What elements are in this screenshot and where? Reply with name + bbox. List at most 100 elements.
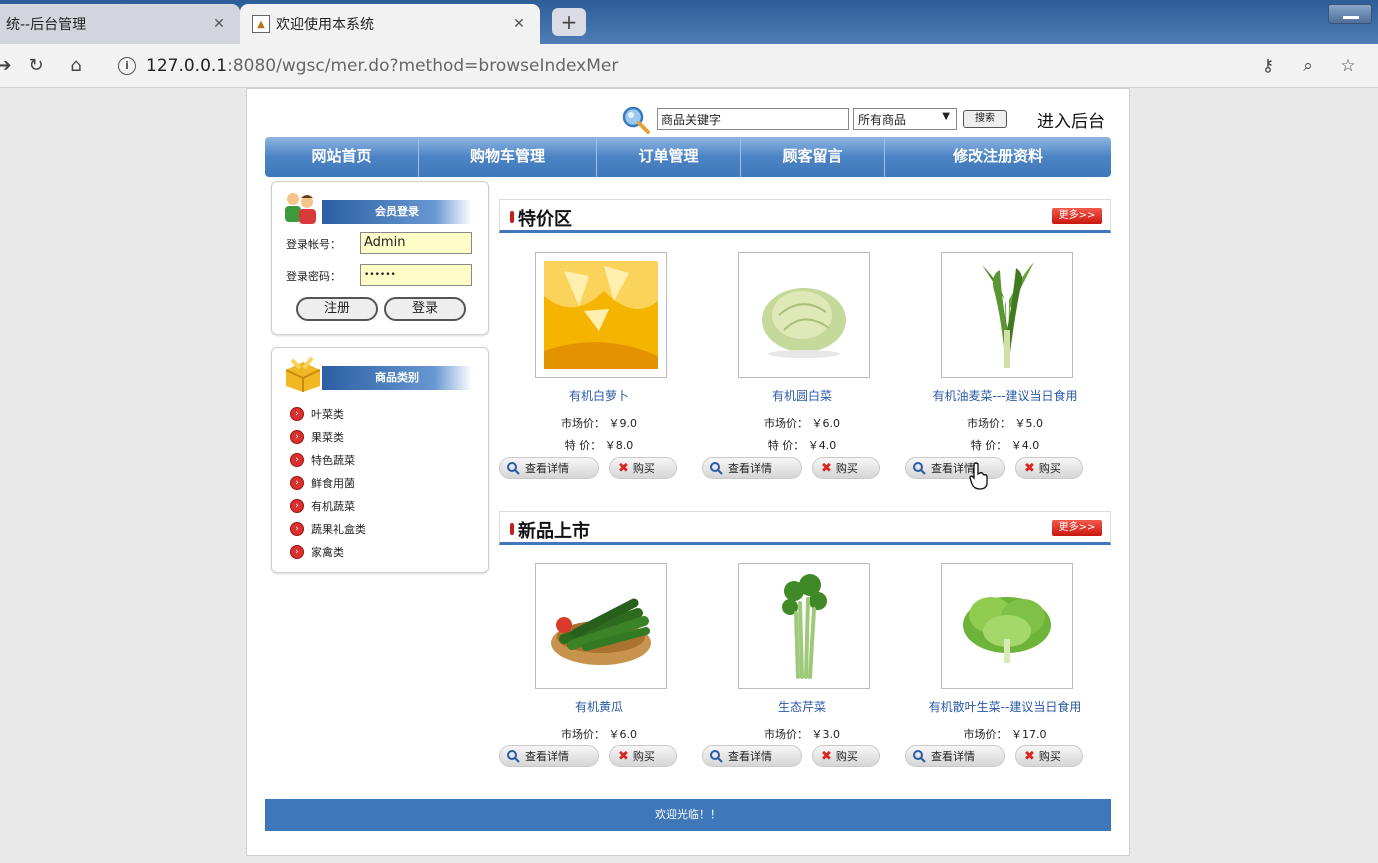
view-details-button[interactable]: 查看详情 <box>499 745 599 767</box>
magnifier-icon <box>913 462 926 475</box>
account-input[interactable]: Admin <box>360 232 472 254</box>
more-button[interactable]: 更多>> <box>1052 520 1102 536</box>
magnifier-icon <box>710 750 723 763</box>
buy-label: 购买 <box>835 750 858 763</box>
arrow-bullet-icon: › <box>290 452 304 467</box>
product-card: 有机圆白菜 市场价： ￥6.0 特 价： ￥4.0 查看详情 ✖ 购买 <box>702 252 902 492</box>
more-button[interactable]: 更多>> <box>1052 208 1102 224</box>
buy-label: 购买 <box>1038 462 1061 475</box>
category-label: 果菜类 <box>311 430 344 444</box>
market-price: 市场价： ￥3.0 <box>764 728 840 741</box>
category-item[interactable]: › 有机蔬菜 <box>290 494 366 517</box>
arrow-bullet-icon: › <box>290 498 304 513</box>
category-box: 商品类别 › 叶菜类 › 果菜类 › 特色蔬菜 › 鲜食用菌 › 有机蔬菜 › 蔬果礼盒类 … <box>271 347 489 573</box>
buy-button[interactable]: ✖ 购买 <box>609 457 677 479</box>
url-host: 127.0.0.1 <box>146 56 228 76</box>
login-button[interactable]: 登录 <box>384 297 466 321</box>
nav-messages[interactable]: 顾客留言 <box>741 137 885 177</box>
category-item[interactable]: › 叶菜类 <box>290 402 366 425</box>
reload-icon[interactable]: ↻ <box>24 54 48 78</box>
cart-x-icon: ✖ <box>821 748 832 764</box>
product-image[interactable] <box>941 252 1073 378</box>
product-image[interactable] <box>738 252 870 378</box>
product-name[interactable]: 有机圆白菜 <box>702 387 902 404</box>
view-details-button[interactable]: 查看详情 <box>499 457 599 479</box>
category-item[interactable]: › 果菜类 <box>290 425 366 448</box>
product-image[interactable] <box>941 563 1073 689</box>
view-details-button[interactable]: 查看详情 <box>702 745 802 767</box>
tab-welcome[interactable]: ▲ 欢迎使用本系统 ✕ <box>240 4 540 44</box>
search-button[interactable]: 搜索 <box>963 110 1007 128</box>
view-details-label: 查看详情 <box>931 750 975 763</box>
arrow-bullet-icon: › <box>290 544 304 559</box>
cart-x-icon: ✖ <box>618 460 629 476</box>
new-tab-button[interactable]: + <box>552 8 586 36</box>
favicon-icon: ▲ <box>252 15 270 33</box>
product-name[interactable]: 有机白萝卜 <box>499 387 699 404</box>
nav-home[interactable]: 网站首页 <box>265 137 419 177</box>
market-price: 市场价： ￥6.0 <box>764 417 840 430</box>
address-bar: ➔ ↻ ⌂ i 127.0.0.1:8080/wgsc/mer.do?metho… <box>0 44 1378 88</box>
close-icon[interactable]: ✕ <box>210 16 228 32</box>
market-price: 市场价： ￥17.0 <box>963 728 1047 741</box>
dropdown-arrow-icon: ▼ <box>942 111 950 122</box>
category-select[interactable]: 所有商品 ▼ <box>853 108 957 130</box>
register-button[interactable]: 注册 <box>296 297 378 321</box>
product-card: 有机白萝卜 市场价： ￥9.0 特 价： ￥8.0 查看详情 ✖ 购买 <box>499 252 699 492</box>
close-icon[interactable]: ✕ <box>510 16 528 32</box>
view-details-button[interactable]: 查看详情 <box>905 457 1005 479</box>
account-label: 登录帐号： <box>286 238 341 251</box>
view-details-label: 查看详情 <box>728 462 772 475</box>
login-box: 会员登录 登录帐号： Admin 登录密码： •••••• 注册 登录 <box>271 181 489 335</box>
nav-profile[interactable]: 修改注册资料 <box>885 137 1111 177</box>
buy-button[interactable]: ✖ 购买 <box>812 457 880 479</box>
nav-cart[interactable]: 购物车管理 <box>419 137 597 177</box>
category-label: 鲜食用菌 <box>311 476 355 490</box>
view-details-button[interactable]: 查看详情 <box>905 745 1005 767</box>
product-name[interactable]: 有机油麦菜---建议当日食用 <box>905 387 1105 404</box>
buy-button[interactable]: ✖ 购买 <box>609 745 677 767</box>
category-item[interactable]: › 特色蔬菜 <box>290 448 366 471</box>
buy-button[interactable]: ✖ 购买 <box>1015 457 1083 479</box>
minimize-window-button[interactable] <box>1328 4 1372 24</box>
cart-x-icon: ✖ <box>618 748 629 764</box>
view-details-button[interactable]: 查看详情 <box>702 457 802 479</box>
product-card: 生态芹菜 市场价： ￥3.0 查看详情 ✖ 购买 <box>702 563 902 803</box>
product-name[interactable]: 有机黄瓜 <box>499 698 699 715</box>
product-name[interactable]: 有机散叶生菜--建议当日食用 <box>905 698 1105 715</box>
view-details-label: 查看详情 <box>728 750 772 763</box>
section-marker-icon <box>510 211 514 223</box>
category-list: › 叶菜类 › 果菜类 › 特色蔬菜 › 鲜食用菌 › 有机蔬菜 › 蔬果礼盒类 › 家禽类 <box>290 402 366 563</box>
product-image[interactable] <box>535 563 667 689</box>
pumpkin-slice-image <box>544 261 658 369</box>
category-label: 有机蔬菜 <box>311 499 355 513</box>
special-section-header: 特价区 更多>> <box>499 199 1111 233</box>
celery-image <box>782 574 827 679</box>
buy-button[interactable]: ✖ 购买 <box>1015 745 1083 767</box>
url-field[interactable]: i 127.0.0.1:8080/wgsc/mer.do?method=brow… <box>108 50 1338 82</box>
buy-button[interactable]: ✖ 购买 <box>812 745 880 767</box>
password-input[interactable]: •••••• <box>360 264 472 286</box>
market-price: 市场价： ￥5.0 <box>967 417 1043 430</box>
category-item[interactable]: › 鲜食用菌 <box>290 471 366 494</box>
nav-orders[interactable]: 订单管理 <box>597 137 741 177</box>
star-icon[interactable]: ☆ <box>1336 54 1360 78</box>
home-icon[interactable]: ⌂ <box>64 54 88 78</box>
product-card: 有机散叶生菜--建议当日食用 市场价： ￥17.0 查看详情 ✖ 购买 <box>905 563 1105 803</box>
category-label: 蔬果礼盒类 <box>311 522 366 536</box>
tab-backend[interactable]: 统--后台管理 ✕ <box>0 4 240 44</box>
buy-label: 购买 <box>632 750 655 763</box>
admin-link[interactable]: 进入后台 <box>1037 107 1105 132</box>
info-icon[interactable]: i <box>118 57 136 75</box>
market-price: 市场价： ￥6.0 <box>561 728 637 741</box>
search-input[interactable]: 商品关键字 <box>657 108 849 130</box>
product-image[interactable] <box>535 252 667 378</box>
category-item[interactable]: › 家禽类 <box>290 540 366 563</box>
zoom-icon[interactable]: ⌕ <box>1296 54 1320 78</box>
product-image[interactable] <box>738 563 870 689</box>
category-item[interactable]: › 蔬果礼盒类 <box>290 517 366 540</box>
key-icon[interactable]: ⚷ <box>1256 54 1280 78</box>
product-name[interactable]: 生态芹菜 <box>702 698 902 715</box>
category-label: 家禽类 <box>311 545 344 559</box>
back-icon[interactable]: ➔ <box>0 54 16 78</box>
